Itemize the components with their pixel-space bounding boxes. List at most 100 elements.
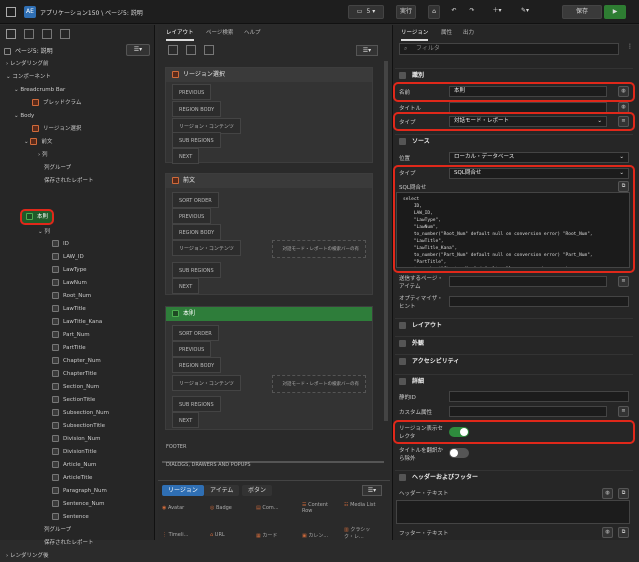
processing-icon[interactable] [42,29,52,39]
slot-region-body[interactable]: REGION BODY [172,224,222,240]
sql-query-editor[interactable]: select ID, LAW_ID, "LawType", "LawNum", … [396,192,630,268]
slot-previous[interactable]: PREVIOUS [172,208,212,224]
slot-sort-order[interactable]: SORT ORDER [172,192,219,208]
language-icon[interactable]: ◍ [618,102,629,113]
tree-column[interactable]: PartTitle [52,342,86,354]
region-selector-toggle[interactable] [449,427,469,437]
redo-icon[interactable]: ↷ [466,5,478,19]
location-select[interactable]: ローカル・データベース ⌄ [449,152,629,163]
tree-column[interactable]: ID [52,238,69,250]
custom-attrs-input[interactable] [449,406,607,417]
slot-sub-regions[interactable]: SUB REGIONS [172,132,221,148]
shared-components-icon[interactable] [60,29,70,39]
tree-column[interactable]: SubsectionTitle [52,420,105,432]
slot-previous[interactable]: PREVIOUS [172,341,212,357]
lock-icon[interactable]: ⌂ [428,5,440,19]
tree-column[interactable]: LawType [52,264,87,276]
slot-next[interactable]: NEXT [172,148,200,164]
optimizer-hint-input[interactable] [449,296,629,307]
slot-region-content[interactable]: リージョン・コンテンツ [172,240,241,256]
gallery-item-comments[interactable]: ▤ Com... [256,505,279,511]
section-header-footer[interactable]: ヘッダーおよびフッター [395,470,633,484]
tab-page-search[interactable]: ページ検索 [206,28,233,36]
slot-previous[interactable]: PREVIOUS [172,84,212,100]
tree-node[interactable]: › レンダリング後 [6,550,48,562]
tree-column[interactable]: Division_Num [52,433,101,445]
tree-node[interactable]: ⌄ Breadcrumb Bar [14,84,65,96]
tree-column[interactable]: Section_Num [52,381,99,393]
header-text-input[interactable] [396,500,630,524]
tree-node[interactable]: 列グループ [44,524,71,536]
tree-node-selected[interactable]: 本則 [19,209,55,225]
tree-node[interactable]: ⌄ コンポーネント [6,71,51,83]
tree-column[interactable]: Part_Num [52,329,90,341]
slot-region-content[interactable]: リージョン・コンテンツ [172,375,241,391]
tree-node[interactable]: ⌄ Body [14,110,34,122]
tree-column[interactable]: LawTitle_Kana [52,316,102,328]
tab-help[interactable]: ヘルプ [244,28,261,36]
tree-column[interactable]: DivisionTitle [52,446,97,458]
layout-menu-button[interactable]: ☰▾ [356,45,378,56]
tree-column[interactable]: ArticleTitle [52,472,92,484]
gallery-item-content-row[interactable]: ☰ Content Row [302,502,336,514]
tree-column[interactable]: LawTitle [52,303,86,315]
gallery-item-avatar[interactable]: ◉ Avatar [162,505,184,511]
footer-slot[interactable]: FOOTER [166,444,186,450]
code-editor-icon[interactable]: ⧉ [618,527,629,538]
slot-region-body[interactable]: REGION BODY [172,101,222,117]
undo-icon[interactable]: ↶ [448,5,460,19]
code-editor-icon[interactable]: ⧉ [618,181,629,192]
tree-column[interactable]: Paragraph_Num [52,485,107,497]
slot-sort-order[interactable]: SORT ORDER [172,325,219,341]
utilities-icon[interactable]: ✎▾ [516,5,534,19]
tree-column[interactable]: LAW_ID [52,251,84,263]
filter-input[interactable]: ⌕ フィルタ [399,43,619,55]
fullscreen-icon[interactable] [204,45,214,55]
dynamic-actions-icon[interactable] [24,29,34,39]
tree-column[interactable]: Sentence_Num [52,498,105,510]
tree-column[interactable]: Chapter_Num [52,355,101,367]
menu-icon[interactable] [6,7,16,17]
tree-column[interactable]: LawNum [52,277,87,289]
list-icon[interactable]: ≡ [618,116,629,127]
section-advanced[interactable]: 詳細 [395,374,633,388]
region-body-box[interactable]: 本則 SORT ORDER PREVIOUS REGION BODY リージョン… [165,306,373,430]
static-id-input[interactable] [449,391,629,402]
page-selector[interactable]: ▭ 5 ▾ [348,5,384,19]
run-button[interactable]: 実行 [396,5,416,19]
gallery-menu-button[interactable]: ☰▾ [362,485,382,496]
slot-region-body[interactable]: REGION BODY [172,357,222,373]
region-preamble-box[interactable]: 前文 SORT ORDER PREVIOUS REGION BODY リージョン… [165,173,373,295]
section-accessibility[interactable]: アクセシビリティ [395,354,633,368]
tree-node[interactable]: 保存されたレポート [44,175,94,187]
language-icon[interactable]: ◍ [602,488,613,499]
zoom-icon[interactable] [168,45,178,55]
tree-node[interactable]: 保存されたレポート [44,537,94,549]
section-identification[interactable]: 識別 [395,68,633,82]
app-title[interactable]: アプリケーション150 \ ページ5: 説明 [40,8,143,17]
gallery-item-calendar[interactable]: ▣ カレン... [302,532,328,539]
tree-node[interactable]: 列グループ [44,162,71,174]
tab-region[interactable]: リージョン [401,28,429,41]
language-icon[interactable]: ◍ [602,527,613,538]
region-header-selected[interactable]: 本則 [166,307,372,321]
list-icon[interactable]: ≡ [618,406,629,417]
tree-node[interactable]: › レンダリング前 [6,58,48,70]
name-input[interactable]: 本則 [449,86,607,97]
save-button[interactable]: 保存 [562,5,602,19]
slot-sub-regions[interactable]: SUB REGIONS [172,262,221,278]
layout-scrollbar[interactable] [384,61,388,421]
tree-node[interactable]: リージョン選択 [32,123,81,135]
tab-layout[interactable]: レイアウト [166,28,194,41]
run-page-icon[interactable]: ▶ [604,5,626,19]
gallery-item-media-list[interactable]: ☷ Media List [344,502,380,508]
tree-node[interactable]: ⌄ 前文 [24,136,52,148]
page-node[interactable]: ページ5: 説明 [4,46,53,55]
region-header[interactable]: リージョン選択 [166,68,372,82]
gallery-item-url[interactable]: ⌂ URL [210,532,225,538]
tree-column[interactable]: Subsection_Num [52,407,109,419]
tree-column[interactable]: Root_Num [52,290,91,302]
search-bar-card[interactable]: 対話モード・レポートの検索バーの有 [272,240,366,258]
tree-node[interactable]: ブレッドクラム [32,97,81,109]
code-editor-icon[interactable]: ⧉ [618,488,629,499]
